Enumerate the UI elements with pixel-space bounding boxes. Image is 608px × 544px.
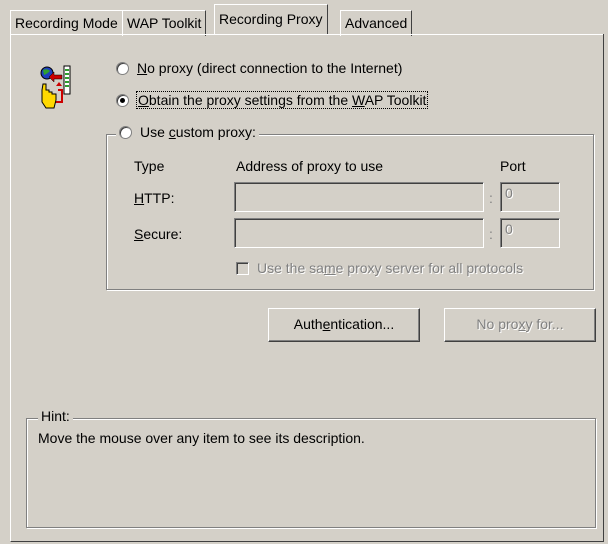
no-proxy-radio-option[interactable]: No proxy (direct connection to the Inter… (116, 60, 402, 76)
tab-label: WAP Toolkit (127, 15, 202, 31)
http-port-separator: : (489, 190, 493, 206)
no-proxy-radio[interactable] (116, 61, 129, 75)
tab-label: Recording Mode (15, 15, 118, 31)
hint-text: Move the mouse over any item to see its … (38, 430, 365, 446)
no-proxy-label: No proxy (direct connection to the Inter… (137, 60, 403, 76)
obtain-proxy-radio-option[interactable]: Obtain the proxy settings from the WAP T… (116, 91, 429, 109)
http-label: HTTP: (134, 190, 175, 206)
tab-advanced[interactable]: Advanced (340, 10, 413, 36)
custom-proxy-radio[interactable] (119, 125, 132, 139)
no-proxy-for-button[interactable]: No proxy for... (444, 308, 596, 342)
address-column-header: Address of proxy to use (236, 158, 384, 174)
same-proxy-checkbox-option[interactable]: Use the same proxy server for all protoc… (236, 260, 523, 276)
same-proxy-label: Use the same proxy server for all protoc… (257, 260, 524, 276)
type-column-header: Type (134, 158, 165, 174)
port-column-header: Port (500, 158, 526, 174)
http-port-field[interactable]: 0 (500, 182, 560, 212)
tab-recording-mode[interactable]: Recording Mode (10, 10, 123, 36)
authentication-button[interactable]: Authentication... (268, 308, 420, 342)
secure-address-field[interactable] (234, 218, 484, 248)
proxy-settings-icon (40, 65, 71, 109)
secure-label: Secure: (134, 226, 183, 242)
obtain-proxy-label: Obtain the proxy settings from the WAP T… (135, 91, 429, 109)
authentication-button-label: Authentication... (293, 316, 395, 332)
obtain-proxy-radio[interactable] (116, 93, 129, 107)
same-proxy-checkbox[interactable] (236, 261, 249, 275)
no-proxy-for-button-label: No proxy for... (476, 316, 564, 332)
custom-proxy-radio-option[interactable]: Use custom proxy: (116, 124, 259, 140)
secure-port-field[interactable]: 0 (500, 218, 560, 248)
tab-label: Advanced (345, 15, 408, 31)
tab-wap-toolkit[interactable]: WAP Toolkit (122, 10, 207, 36)
tab-label: Recording Proxy (219, 11, 323, 27)
hint-legend: Hint: (38, 408, 73, 424)
tab-recording-proxy[interactable]: Recording Proxy (214, 4, 328, 34)
custom-proxy-label: Use custom proxy: (140, 124, 256, 140)
secure-port-separator: : (489, 226, 493, 242)
http-address-field[interactable] (234, 182, 484, 212)
recording-proxy-dialog-page: Recording Mode WAP Toolkit Recording Pro… (0, 0, 608, 544)
